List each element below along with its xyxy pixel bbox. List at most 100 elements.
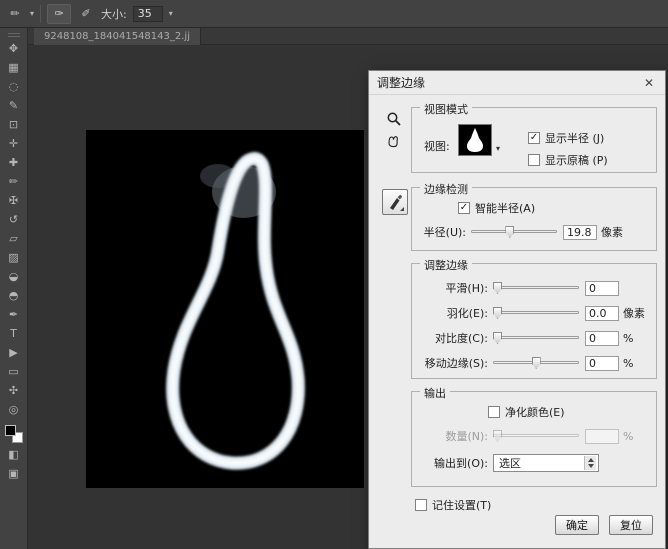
feather-input[interactable]: 0.0 — [585, 306, 619, 321]
output-to-label: 输出到(O): — [418, 455, 488, 471]
show-radius-checkbox[interactable]: ✓ 显示半径 (J) — [528, 130, 604, 146]
decontaminate-checkbox-box[interactable] — [488, 406, 500, 418]
output-to-value: 选区 — [499, 455, 521, 471]
hand-tool[interactable]: ✣ — [4, 384, 24, 397]
feather-slider-thumb[interactable] — [493, 307, 502, 319]
eyedropper-tool[interactable]: ✛ — [4, 137, 24, 150]
decontaminate-checkbox[interactable]: 净化颜色(E) — [488, 404, 565, 420]
refine-brush-icon — [386, 193, 404, 211]
ok-button[interactable]: 确定 — [555, 515, 599, 535]
remember-settings-checkbox[interactable]: 记住设置(T) — [415, 497, 491, 513]
toolbar-divider — [40, 5, 41, 23]
show-original-checkbox-box[interactable] — [528, 154, 540, 166]
contrast-unit: % — [623, 332, 633, 345]
brush-panel-icon: ✑ — [54, 7, 63, 20]
feather-slider[interactable] — [493, 306, 579, 320]
view-mode-group: 视图模式 视图: ▾ ✓ 显示半径 (J) 显示原稿 (P) — [411, 107, 657, 173]
dialog-hand-tool[interactable] — [383, 131, 403, 151]
smart-radius-checkbox[interactable]: ✓ 智能半径(A) — [458, 200, 535, 216]
close-icon[interactable]: ✕ — [641, 75, 657, 91]
view-dropdown-caret-icon[interactable]: ▾ — [496, 144, 500, 153]
refine-radius-tool-button[interactable] — [382, 189, 408, 215]
foreground-color-swatch[interactable] — [5, 425, 16, 436]
eraser-tool[interactable]: ▱ — [4, 232, 24, 245]
type-tool[interactable]: T — [4, 327, 24, 340]
airbrush-toggle-icon[interactable]: ✐ — [77, 7, 95, 20]
shift-edge-input[interactable]: 0 — [585, 356, 619, 371]
spinner-up-icon — [588, 458, 594, 462]
feather-slider-track — [493, 311, 579, 314]
shift-edge-slider-thumb[interactable] — [532, 357, 541, 369]
shift-edge-slider[interactable] — [493, 356, 579, 370]
canvas[interactable] — [86, 130, 364, 488]
healing-brush-tool[interactable]: ✚ — [4, 156, 24, 169]
dialog-zoom-tool[interactable] — [384, 109, 404, 129]
brush-size-caret-icon[interactable]: ▾ — [169, 9, 173, 18]
brush-size-input[interactable]: 35 — [133, 6, 163, 22]
view-mode-legend: 视图模式 — [420, 101, 472, 117]
edge-detection-legend: 边缘检测 — [420, 181, 472, 197]
view-dropdown[interactable] — [458, 124, 492, 156]
crop-tool[interactable]: ⊡ — [4, 118, 24, 131]
show-original-checkbox[interactable]: 显示原稿 (P) — [528, 152, 608, 168]
output-to-dropdown[interactable]: 选区 — [493, 454, 599, 472]
hand-icon — [385, 133, 401, 149]
decontaminate-label: 净化颜色(E) — [505, 404, 565, 420]
contrast-input[interactable]: 0 — [585, 331, 619, 346]
amount-slider — [493, 429, 579, 443]
remember-settings-label: 记住设置(T) — [432, 497, 491, 513]
blur-tool[interactable]: ◒ — [4, 270, 24, 283]
magnifier-icon — [386, 111, 402, 127]
smooth-label: 平滑(H): — [418, 280, 488, 296]
quick-selection-tool[interactable]: ✎ — [4, 99, 24, 112]
active-tool-icon[interactable]: ✏ — [6, 7, 24, 20]
brush-tool[interactable]: ✏ — [4, 175, 24, 188]
smooth-input[interactable]: 0 — [585, 281, 619, 296]
amount-label: 数量(N): — [418, 428, 488, 444]
quick-mask-button[interactable]: ◧ — [4, 448, 24, 461]
brush-panel-button[interactable]: ✑ — [47, 4, 71, 24]
radius-slider[interactable] — [471, 225, 557, 239]
smart-radius-checkbox-box[interactable]: ✓ — [458, 202, 470, 214]
show-radius-checkbox-box[interactable]: ✓ — [528, 132, 540, 144]
radius-input[interactable]: 19.8 — [563, 225, 597, 240]
adjust-edge-group: 调整边缘 平滑(H): 0 羽化(E): 0.0 像素 对比度(C): 0 — [411, 263, 657, 379]
document-tab[interactable]: 9248108_184041548143_2.jj — [34, 28, 201, 45]
history-brush-tool[interactable]: ↺ — [4, 213, 24, 226]
move-tool[interactable]: ✥ — [4, 42, 24, 55]
dialog-buttons: 确定 复位 — [555, 515, 653, 535]
contrast-slider[interactable] — [493, 331, 579, 345]
tools-palette: ✥ ▦ ◌ ✎ ⊡ ✛ ✚ ✏ ✠ ↺ ▱ ▨ ◒ ◓ ✒ T ▶ ▭ ✣ ◎ … — [0, 28, 28, 549]
tool-preset-caret-icon[interactable]: ▾ — [30, 9, 34, 18]
radius-slider-thumb[interactable] — [505, 226, 514, 238]
pen-tool[interactable]: ✒ — [4, 308, 24, 321]
rectangular-marquee-tool[interactable]: ▦ — [4, 61, 24, 74]
feather-unit: 像素 — [623, 305, 645, 321]
clone-stamp-tool[interactable]: ✠ — [4, 194, 24, 207]
dodge-tool[interactable]: ◓ — [4, 289, 24, 302]
amount-slider-track — [493, 434, 579, 437]
pear-outline-image — [86, 130, 364, 488]
output-group: 输出 净化颜色(E) 数量(N): % 输出到(O): 选区 — [411, 391, 657, 487]
shape-tool[interactable]: ▭ — [4, 365, 24, 378]
color-swatches[interactable] — [5, 425, 23, 443]
lasso-tool[interactable]: ◌ — [4, 80, 24, 93]
output-legend: 输出 — [420, 385, 450, 401]
remember-settings-checkbox-box[interactable] — [415, 499, 427, 511]
smooth-slider[interactable] — [493, 281, 579, 295]
dialog-title-bar[interactable]: 调整边缘 — [369, 71, 665, 95]
tab-bar: 9248108_184041548143_2.jj — [28, 28, 668, 45]
edge-detection-group: 边缘检测 ✓ 智能半径(A) 半径(U): 19.8 像素 — [411, 187, 657, 251]
contrast-slider-thumb[interactable] — [493, 332, 502, 344]
show-original-label: 显示原稿 (P) — [545, 152, 608, 168]
smooth-slider-thumb[interactable] — [493, 282, 502, 294]
palette-grip[interactable] — [8, 33, 20, 37]
gradient-tool[interactable]: ▨ — [4, 251, 24, 264]
radius-unit: 像素 — [601, 224, 623, 240]
zoom-tool[interactable]: ◎ — [4, 403, 24, 416]
reset-button[interactable]: 复位 — [609, 515, 653, 535]
path-selection-tool[interactable]: ▶ — [4, 346, 24, 359]
contrast-slider-track — [493, 336, 579, 339]
dropdown-spinner-icon[interactable] — [584, 456, 596, 470]
screen-mode-button[interactable]: ▣ — [4, 467, 24, 480]
